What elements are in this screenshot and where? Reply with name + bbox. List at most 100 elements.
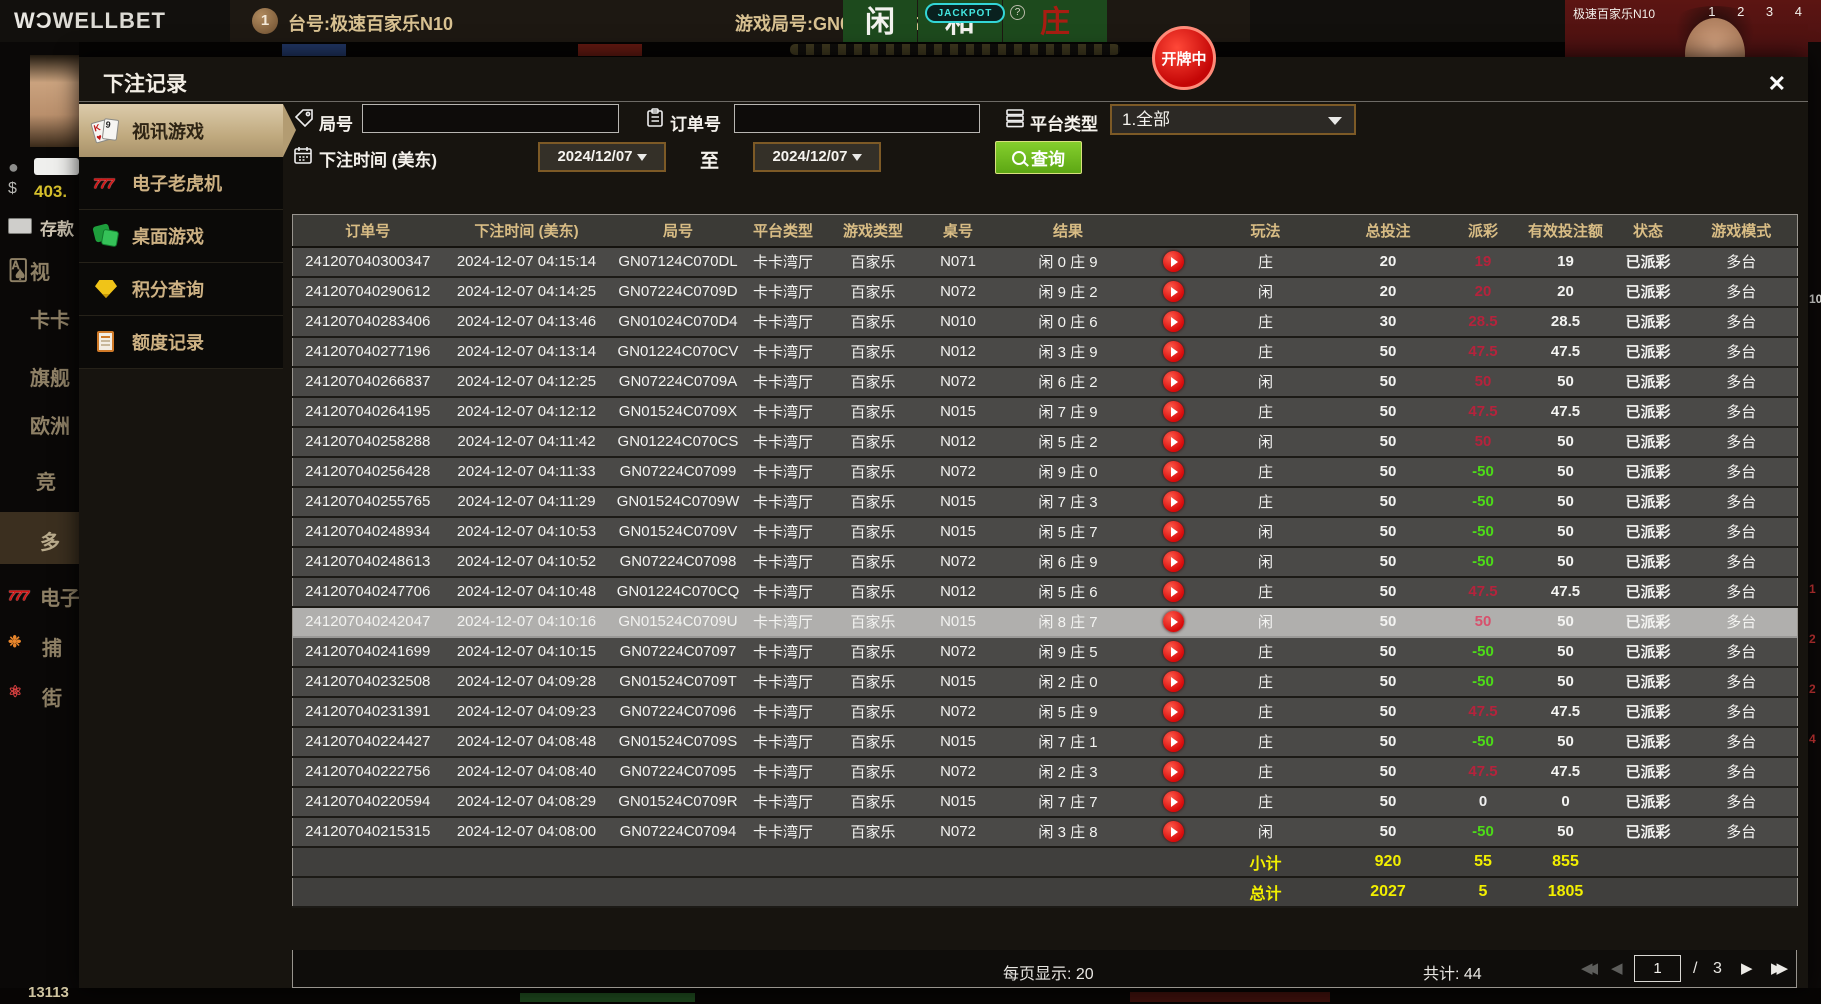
cell-status: 已派彩 — [1611, 637, 1686, 667]
table-row[interactable]: 2412070402227562024-12-07 04:08:40GN0722… — [293, 757, 1798, 787]
col-table: 桌号 — [926, 215, 991, 247]
sidebar-item-kaka[interactable]: 卡卡 — [30, 304, 70, 333]
menu-item-quota-records[interactable]: 额度记录 — [79, 316, 283, 369]
col-order: 订单号 — [293, 215, 443, 247]
video-replay-button[interactable] — [1163, 341, 1184, 362]
table-row[interactable]: 2412070402834062024-12-07 04:13:46GN0102… — [293, 307, 1798, 337]
bet-zone-player[interactable]: 闲 — [843, 0, 917, 42]
cell-result: 闲 7 庄 3 — [991, 487, 1146, 517]
video-replay-button[interactable] — [1163, 731, 1184, 752]
platform-select[interactable]: 1.全部 — [1110, 104, 1356, 135]
video-replay-button[interactable] — [1163, 491, 1184, 512]
video-replay-button[interactable] — [1163, 791, 1184, 812]
video-replay-button[interactable] — [1163, 551, 1184, 572]
prev-page-button[interactable]: ◀ — [1611, 959, 1623, 977]
sidebar-item-video[interactable]: 视 — [30, 256, 50, 285]
cell-order: 241207040222756 — [293, 757, 443, 787]
close-button[interactable]: ✕ — [1768, 71, 1786, 97]
total-label: 总计 — [1201, 877, 1331, 907]
cell-total-bet: 50 — [1331, 757, 1446, 787]
table-row[interactable]: 2412070402477062024-12-07 04:10:48GN0122… — [293, 577, 1798, 607]
col-payout: 派彩 — [1446, 215, 1521, 247]
table-row[interactable]: 2412070402205942024-12-07 04:08:29GN0152… — [293, 787, 1798, 817]
cell-valid-bet: 50 — [1521, 667, 1611, 697]
video-replay-button[interactable] — [1163, 251, 1184, 272]
video-replay-button[interactable] — [1163, 611, 1184, 632]
table-row[interactable]: 2412070402771962024-12-07 04:13:14GN0122… — [293, 337, 1798, 367]
table-row[interactable]: 2412070402557652024-12-07 04:11:29GN0152… — [293, 487, 1798, 517]
table-row[interactable]: 2412070402906122024-12-07 04:14:25GN0722… — [293, 277, 1798, 307]
date-from-picker[interactable]: 2024/12/07 — [538, 142, 666, 172]
cell-status: 已派彩 — [1611, 697, 1686, 727]
video-replay-button[interactable] — [1163, 821, 1184, 842]
cell-game-mode: 多台 — [1686, 817, 1798, 847]
sidebar-item-flagship[interactable]: 旗舰 — [30, 362, 70, 391]
cell-video — [1146, 367, 1201, 397]
table-row[interactable]: 2412070402564282024-12-07 04:11:33GN0722… — [293, 457, 1798, 487]
next-page-button[interactable]: ▶ — [1741, 959, 1753, 977]
menu-item-live-games[interactable]: K♥9 视讯游戏 — [79, 104, 283, 157]
chevron-down-icon — [852, 154, 862, 161]
table-row[interactable]: 2412070402244272024-12-07 04:08:48GN0152… — [293, 727, 1798, 757]
sidebar-item-arcade[interactable]: 街 — [42, 682, 62, 711]
menu-item-points-query[interactable]: 积分查询 — [79, 263, 283, 316]
sidebar-item-europe[interactable]: 欧洲 — [30, 410, 70, 439]
first-page-button[interactable]: ◀◀ — [1581, 959, 1598, 977]
cell-time: 2024-12-07 04:14:25 — [443, 277, 611, 307]
deposit-label[interactable]: 存款 — [40, 215, 74, 240]
table-row[interactable]: 2412070402325082024-12-07 04:09:28GN0152… — [293, 667, 1798, 697]
jackpot-help-icon[interactable]: ? — [1010, 5, 1025, 20]
cell-total-bet: 50 — [1331, 367, 1446, 397]
sidebar-item-fishing[interactable]: 捕 — [42, 632, 62, 661]
table-row[interactable]: 2412070403003472024-12-07 04:15:14GN0712… — [293, 247, 1798, 277]
table-row[interactable]: 2412070402420472024-12-07 04:10:16GN0152… — [293, 607, 1798, 637]
video-replay-button[interactable] — [1163, 641, 1184, 662]
video-replay-button[interactable] — [1163, 311, 1184, 332]
video-replay-button[interactable] — [1163, 401, 1184, 422]
cell-valid-bet: 47.5 — [1521, 397, 1611, 427]
slots-777-icon: 777 — [93, 170, 121, 196]
sidebar-item-slots[interactable]: 电子 — [40, 582, 79, 611]
table-row[interactable]: 2412070402668372024-12-07 04:12:25GN0722… — [293, 367, 1798, 397]
video-replay-button[interactable] — [1163, 371, 1184, 392]
cell-bet-on: 闲 — [1201, 607, 1331, 637]
table-row[interactable]: 2412070402486132024-12-07 04:10:52GN0722… — [293, 547, 1798, 577]
col-game-mode: 游戏模式 — [1686, 215, 1798, 247]
order-input[interactable] — [734, 104, 980, 133]
search-button[interactable]: 查询 — [995, 141, 1082, 174]
video-replay-button[interactable] — [1163, 431, 1184, 452]
cell-valid-bet: 50 — [1521, 607, 1611, 637]
last-page-button[interactable]: ▶▶ — [1771, 959, 1788, 977]
table-row[interactable]: 2412070402489342024-12-07 04:10:53GN0152… — [293, 517, 1798, 547]
cell-platform: 卡卡湾厅 — [746, 247, 821, 277]
table-row[interactable]: 2412070402641952024-12-07 04:12:12GN0152… — [293, 397, 1798, 427]
cell-platform: 卡卡湾厅 — [746, 397, 821, 427]
video-replay-button[interactable] — [1163, 461, 1184, 482]
sidebar-item-compete[interactable]: 竞 — [36, 466, 56, 495]
video-replay-button[interactable] — [1163, 671, 1184, 692]
video-replay-button[interactable] — [1163, 581, 1184, 602]
table-row[interactable]: 2412070402153152024-12-07 04:08:00GN0722… — [293, 817, 1798, 847]
table-row[interactable]: 2412070402313912024-12-07 04:09:23GN0722… — [293, 697, 1798, 727]
subtotal-label: 小计 — [1201, 847, 1331, 877]
cell-game-mode: 多台 — [1686, 787, 1798, 817]
table-row[interactable]: 2412070402582882024-12-07 04:11:42GN0122… — [293, 427, 1798, 457]
menu-item-slots[interactable]: 777 电子老虎机 — [79, 157, 283, 210]
cell-game-mode: 多台 — [1686, 427, 1798, 457]
cell-valid-bet: 50 — [1521, 817, 1611, 847]
video-replay-button[interactable] — [1163, 281, 1184, 302]
sidebar-item-multi[interactable]: 多 — [40, 526, 60, 555]
video-replay-button[interactable] — [1163, 761, 1184, 782]
table-row[interactable]: 2412070402416992024-12-07 04:10:15GN0722… — [293, 637, 1798, 667]
page-number-input[interactable]: 1 — [1634, 955, 1681, 982]
cell-game-mode: 多台 — [1686, 547, 1798, 577]
video-replay-button[interactable] — [1163, 521, 1184, 542]
cell-time: 2024-12-07 04:11:29 — [443, 487, 611, 517]
date-to-picker[interactable]: 2024/12/07 — [753, 142, 881, 172]
round-input[interactable] — [362, 104, 619, 133]
cell-order: 241207040283406 — [293, 307, 443, 337]
cell-payout: -50 — [1446, 457, 1521, 487]
menu-item-table-games[interactable]: 桌面游戏 — [79, 210, 283, 263]
video-replay-button[interactable] — [1163, 701, 1184, 722]
cell-valid-bet: 47.5 — [1521, 337, 1611, 367]
